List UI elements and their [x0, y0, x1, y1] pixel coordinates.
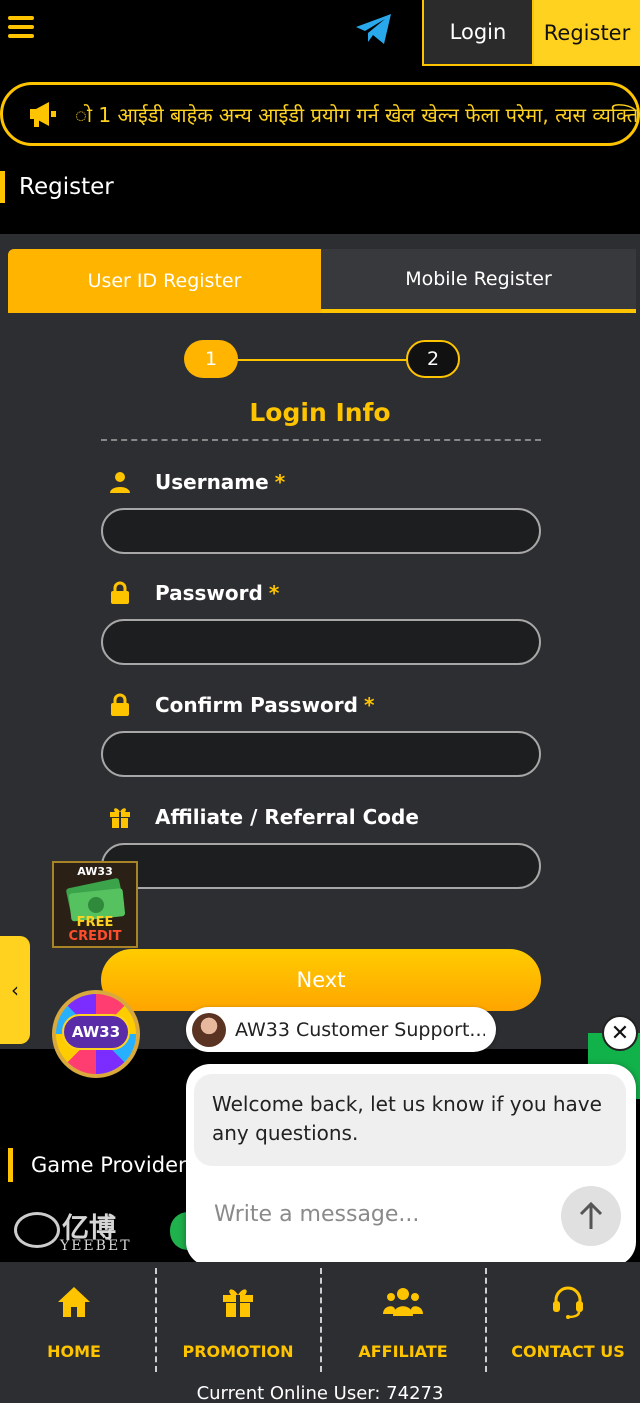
step-2: 2	[406, 340, 460, 378]
agent-avatar	[192, 1012, 226, 1047]
nav-divider	[320, 1268, 322, 1372]
provider-yeebet[interactable]: 亿博 YEEBET	[14, 1206, 146, 1256]
megaphone-icon	[27, 100, 57, 128]
password-label: Password *	[108, 578, 279, 608]
referral-code-input[interactable]	[101, 843, 541, 889]
page-title: Register	[0, 170, 114, 204]
confirm-password-input[interactable]	[101, 731, 541, 777]
online-user-count: Current Online User: 74273	[196, 1383, 444, 1403]
lucky-wheel[interactable]: AW33	[52, 990, 140, 1078]
yeebet-logo-icon	[14, 1212, 60, 1248]
login-button[interactable]: Login	[422, 0, 534, 66]
free-credit-promo[interactable]: AW33 FREE CREDIT	[52, 861, 138, 948]
top-header: Login Register	[0, 0, 640, 66]
register-button[interactable]: Register	[534, 0, 640, 66]
chevron-left-icon: ‹	[11, 978, 19, 1002]
users-icon	[383, 1282, 423, 1322]
nav-affiliate[interactable]: AFFILIATE	[323, 1282, 483, 1378]
gift-icon	[218, 1282, 258, 1322]
nav-home[interactable]: HOME	[0, 1282, 154, 1378]
send-button[interactable]	[561, 1186, 621, 1246]
headset-icon	[548, 1282, 588, 1322]
confirm-password-label: Confirm Password *	[108, 690, 374, 720]
divider	[101, 439, 541, 441]
side-panel-toggle[interactable]: ‹	[0, 936, 30, 1044]
home-icon	[54, 1282, 94, 1322]
hamburger-icon[interactable]	[8, 16, 34, 38]
nav-promotion[interactable]: PROMOTION	[158, 1282, 318, 1378]
game-providers-heading: Game Providers	[0, 1147, 198, 1183]
gift-icon	[108, 805, 132, 829]
nav-divider	[155, 1268, 157, 1372]
announcement-marquee: ो 1 आईडी बाहेक अन्य आईडी प्रयोग गर्न खेल…	[0, 82, 640, 146]
chat-agent-header[interactable]: AW33 Customer Support...	[186, 1007, 496, 1052]
chat-message-input[interactable]: Write a message...	[214, 1202, 544, 1232]
tab-user-id-register[interactable]: User ID Register	[8, 249, 321, 313]
referral-code-label: Affiliate / Referral Code	[108, 802, 419, 832]
next-button[interactable]: Next	[101, 949, 541, 1011]
username-input[interactable]	[101, 508, 541, 554]
lock-icon	[108, 693, 132, 717]
nav-contact-us[interactable]: CONTACT US	[488, 1282, 640, 1378]
arrow-up-icon	[579, 1201, 603, 1229]
tab-mobile-register[interactable]: Mobile Register	[321, 249, 636, 313]
register-tabs: User ID Register Mobile Register	[8, 249, 636, 313]
chat-message: Welcome back, let us know if you have an…	[194, 1074, 626, 1166]
form-title: Login Info	[249, 398, 391, 427]
telegram-icon[interactable]	[354, 12, 394, 46]
step-1: 1	[184, 340, 238, 378]
close-icon[interactable]: ✕	[602, 1015, 638, 1051]
password-input[interactable]	[101, 619, 541, 665]
nav-divider	[485, 1268, 487, 1372]
lock-icon	[108, 581, 132, 605]
announcement-text: ो 1 आईडी बाहेक अन्य आईडी प्रयोग गर्न खेल…	[75, 103, 640, 127]
chat-window: Welcome back, let us know if you have an…	[186, 1064, 636, 1266]
username-label: Username *	[108, 467, 285, 497]
step-indicator: 1 2	[184, 340, 460, 380]
user-icon	[108, 470, 132, 494]
